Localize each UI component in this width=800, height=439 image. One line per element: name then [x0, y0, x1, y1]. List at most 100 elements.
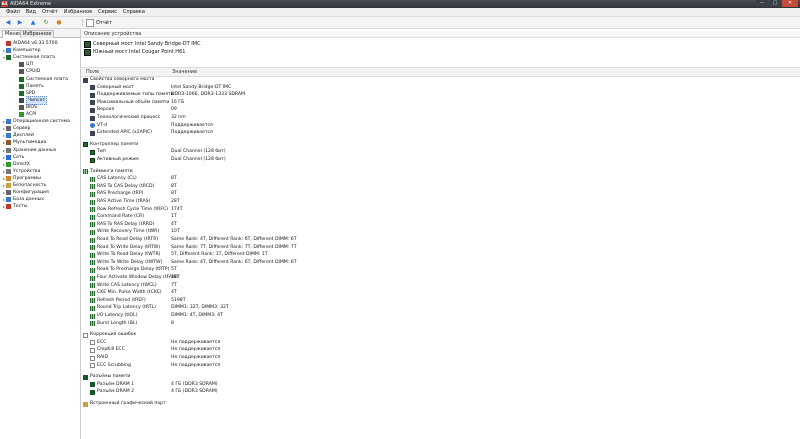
tree-item-label: База данных [13, 197, 45, 203]
aida-icon [6, 41, 11, 46]
property-field: Burst Length (BL) [97, 320, 138, 326]
cpuid-icon [19, 69, 24, 75]
memory-icon [19, 83, 24, 89]
property-icon [90, 260, 95, 266]
tree-item-label: Безопасность [13, 183, 47, 188]
tree-item-label: AIDA64 v6.33.5700 [13, 41, 58, 46]
property-icon [90, 298, 95, 304]
tree-item[interactable]: ▸ Компьютер [2, 47, 41, 54]
column-header-value[interactable]: Значение [172, 68, 197, 76]
app-icon[interactable]: 64 [1, 1, 8, 7]
tree-item[interactable]: ▸ DirectX [2, 161, 30, 168]
tree-item[interactable]: ▸ Устройства [2, 168, 40, 175]
property-field: Активный режим [97, 157, 139, 162]
back-arrow-icon[interactable]: ◀ [3, 18, 13, 27]
property-icon [90, 321, 95, 327]
menu-file[interactable]: Файл [3, 8, 23, 16]
tree-item[interactable]: ▸ Безопасность [2, 182, 46, 189]
tree-item[interactable]: Память [15, 83, 44, 90]
refresh-icon[interactable]: ↻ [41, 18, 51, 27]
chip-icon [84, 48, 91, 56]
tab-favorites[interactable]: Избранное [20, 30, 55, 38]
device-description-header: Описание устройства [81, 31, 800, 38]
tree-item[interactable]: ▸ База данных [2, 196, 44, 203]
tree-item[interactable]: ACPI [15, 111, 36, 118]
tree-item[interactable]: BIOS [15, 104, 37, 111]
property-icon [90, 252, 95, 258]
property-icon [90, 123, 95, 129]
maximize-button[interactable]: □ [769, 0, 781, 7]
content-panel: Описание устройства Северный мост Intel … [81, 29, 800, 439]
toolbar-separator [82, 19, 83, 26]
property-icon [90, 92, 95, 98]
network-icon [6, 154, 11, 160]
tree-item-label: Компьютер [13, 48, 41, 54]
menu-favorites[interactable]: Избранное [61, 8, 95, 16]
computer-icon [6, 48, 11, 54]
tree-item[interactable]: ▸ Мультимедиа [2, 139, 46, 146]
property-field: Разъём DRAM 2 [97, 389, 135, 395]
tree-item[interactable]: CPUID [15, 68, 40, 75]
property-icon [90, 85, 95, 91]
property-icon [90, 130, 95, 136]
window-title: AIDA64 Extreme [10, 1, 52, 7]
property-icon [90, 382, 95, 388]
tree-item[interactable]: Системная плата [15, 76, 68, 83]
property-icon [90, 355, 95, 361]
menu-report[interactable]: Отчёт [39, 8, 61, 16]
tree-item-label: DirectX [13, 161, 30, 167]
property-icon [90, 229, 95, 235]
bios-icon [19, 104, 24, 110]
property-icon [90, 245, 95, 251]
user-icon[interactable]: ● [54, 18, 64, 27]
tree-item[interactable]: ▾ Системная плата [2, 54, 55, 61]
property-icon [90, 184, 95, 190]
property-icon [90, 305, 95, 311]
report-icon [86, 18, 94, 27]
toolbar: ◀ ▶ ▲ ↻ ● Отчёт [0, 17, 800, 29]
group-title: Встроенный графический порт [90, 401, 166, 406]
tree-item[interactable]: ▸ Программы [2, 175, 41, 182]
tree-item[interactable]: ▸ Дисплей [2, 132, 34, 139]
property-icon [90, 207, 95, 213]
cpu-icon [19, 62, 24, 68]
device-item-southbridge[interactable]: Южный мост Intel Cougar Point H61 [84, 48, 185, 56]
display-icon [6, 133, 11, 139]
tree-item-label: Операционная система [13, 119, 70, 125]
tree-item[interactable]: ▸ Сеть [2, 154, 24, 161]
device-item-northbridge[interactable]: Северный мост Intel Sandy Bridge-DT IMC [84, 40, 201, 48]
tree-item[interactable]: ▸ Операционная система [2, 118, 70, 125]
tree-item[interactable]: AIDA64 v6.33.5700 [2, 40, 58, 47]
tree-item-label: Память [26, 83, 44, 89]
menu-service[interactable]: Сервис [95, 8, 120, 16]
tree-item[interactable]: Чипсет [15, 95, 48, 105]
storage-icon [6, 147, 11, 153]
tree-item-label: Хранение данных [13, 147, 57, 153]
up-arrow-icon[interactable]: ▲ [28, 18, 38, 27]
property-icon [90, 313, 95, 319]
tree-item[interactable]: ▸ Конфигурация [2, 189, 49, 196]
config-icon [6, 190, 11, 196]
close-button[interactable]: ✕ [782, 0, 798, 7]
tree-item[interactable]: ▸ Хранение данных [2, 147, 56, 154]
tree-item-label: Дисплей [13, 133, 34, 139]
property-icon [90, 283, 95, 289]
menu-help[interactable]: Справка [120, 8, 148, 16]
tree-item-label: Программы [13, 175, 41, 181]
acpi-icon [19, 112, 24, 117]
tests-icon [6, 204, 11, 210]
tree-item[interactable]: ЦП [15, 61, 33, 68]
menu-view[interactable]: Вид [23, 8, 39, 16]
report-button[interactable]: Отчёт [86, 18, 112, 27]
navigation-panel: Меню Избранное AIDA64 v6.33.5700 ▸ Компьют… [0, 29, 81, 439]
minimize-button[interactable]: — [756, 0, 768, 7]
forward-arrow-icon[interactable]: ▶ [15, 18, 25, 27]
tree-item-label: Сервер [13, 126, 31, 132]
tree-item[interactable]: ▸ Сервер [2, 125, 30, 132]
property-value: 8 [171, 320, 174, 326]
column-header-field[interactable]: Поле [86, 68, 99, 76]
tree-item-label: Тесты [13, 204, 28, 210]
os-icon [6, 119, 11, 125]
tree-item[interactable]: ▸ Тесты [2, 203, 27, 210]
tree-item-label: ACPI [26, 112, 37, 117]
